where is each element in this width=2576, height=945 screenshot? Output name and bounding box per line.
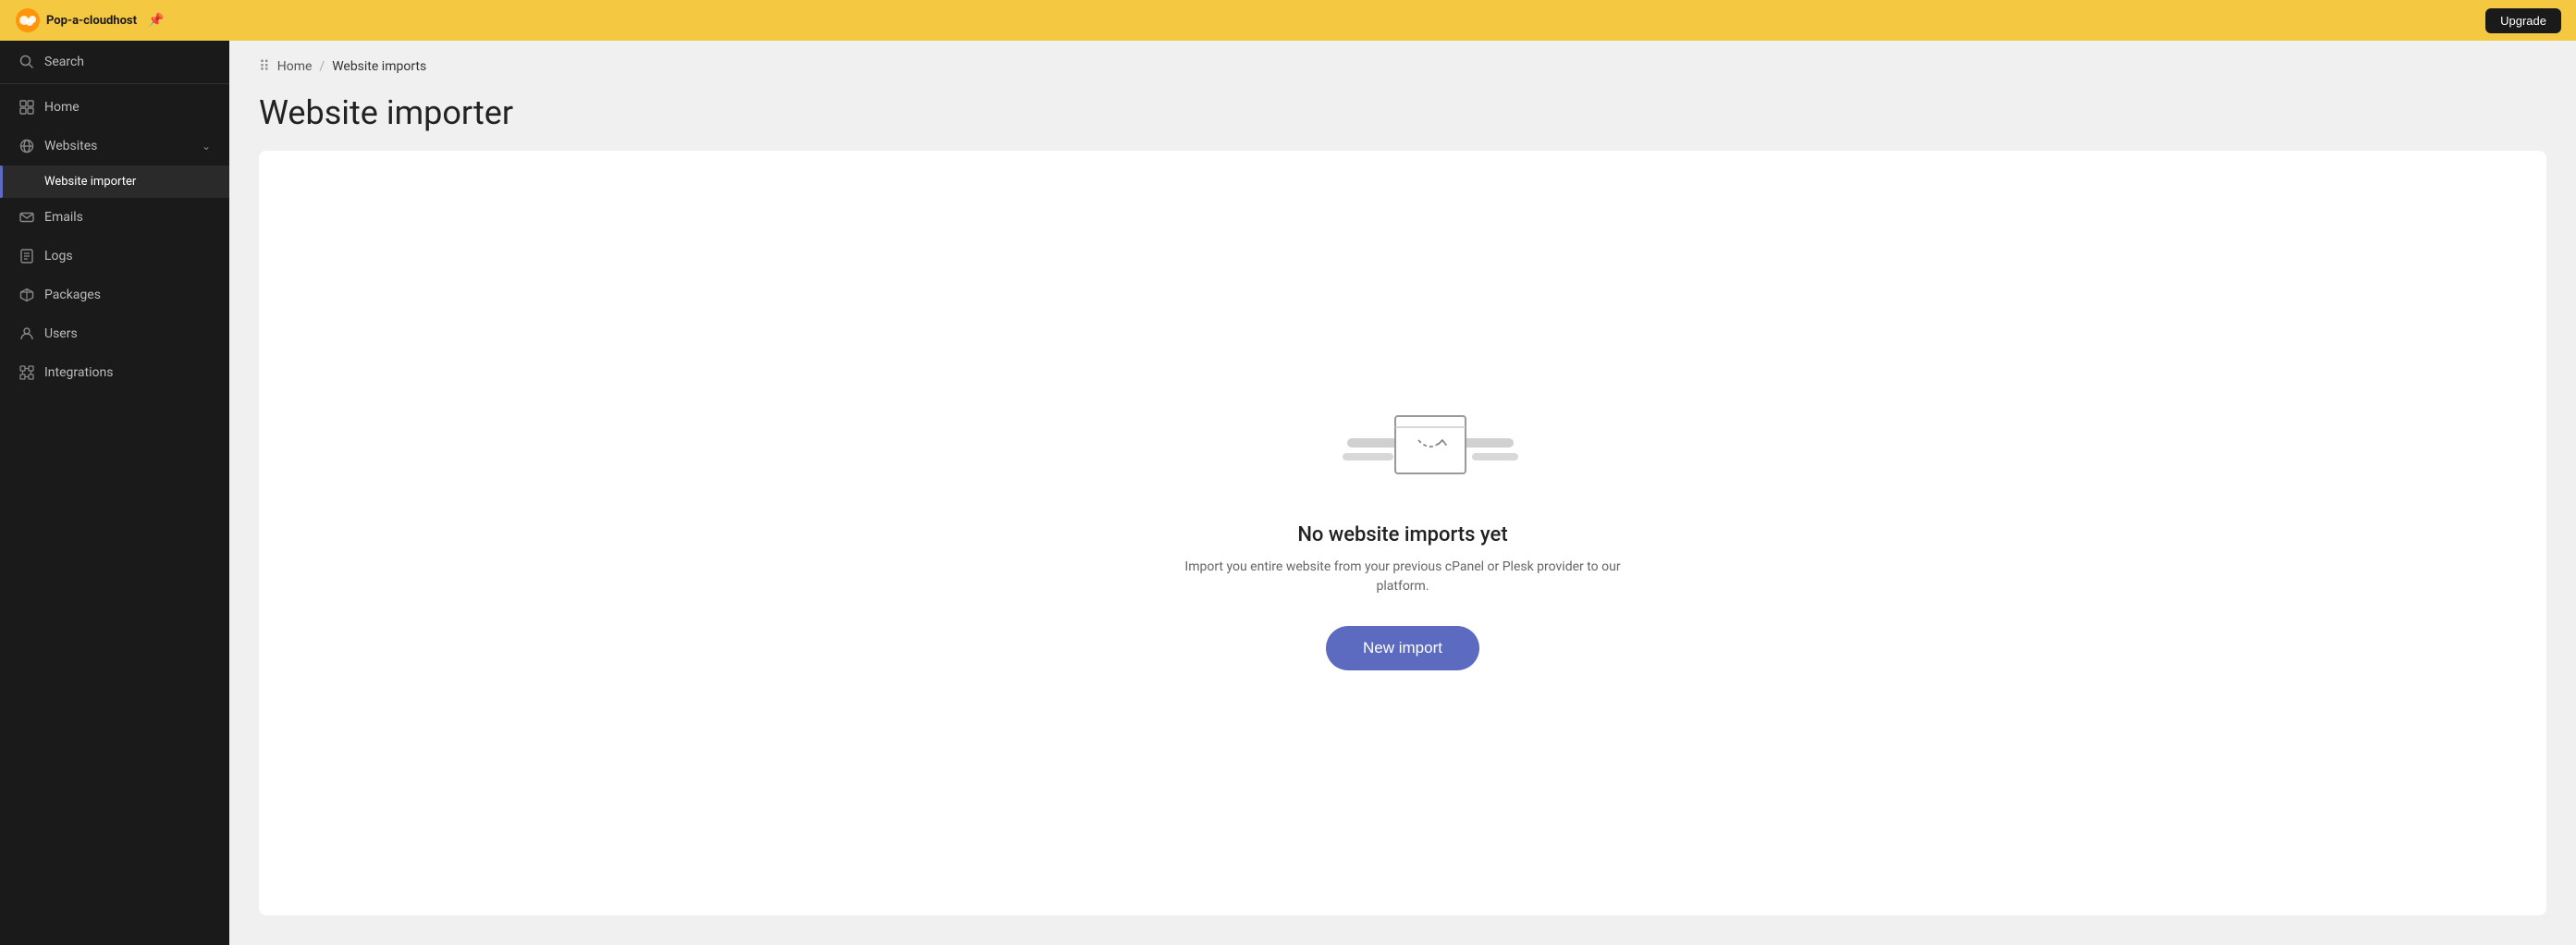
sidebar-home-label: Home (44, 100, 211, 115)
sidebar-item-emails[interactable]: Emails (0, 198, 229, 237)
new-import-button[interactable]: New import (1326, 626, 1479, 670)
logo: Pop-a-cloudhost (15, 7, 137, 33)
breadcrumb-home-link[interactable]: Home (277, 59, 313, 74)
integrations-icon (18, 364, 35, 381)
page-title: Website importer (229, 84, 2576, 151)
topbar-right: Upgrade (2485, 8, 2561, 33)
logs-icon (18, 248, 35, 264)
search-icon (18, 54, 35, 70)
packages-icon (18, 287, 35, 303)
users-icon (18, 325, 35, 342)
email-icon (18, 209, 35, 226)
illustration-svg (1329, 396, 1532, 497)
main-layout: Search Home Web (0, 41, 2576, 945)
breadcrumb: ⠿ Home / Website imports (229, 41, 2576, 84)
sidebar-item-logs[interactable]: Logs (0, 237, 229, 276)
breadcrumb-dots-icon: ⠿ (259, 57, 270, 75)
logo-text: Pop-a-cloudhost (46, 14, 137, 28)
sidebar-item-websites[interactable]: Websites ⌄ (0, 127, 229, 166)
breadcrumb-separator: / (319, 59, 325, 74)
search-label: Search (44, 55, 211, 69)
sidebar-search[interactable]: Search (0, 41, 229, 84)
sidebar-emails-label: Emails (44, 210, 211, 225)
sidebar-users-label: Users (44, 326, 211, 341)
sidebar-logs-label: Logs (44, 249, 211, 264)
breadcrumb-current: Website imports (332, 59, 426, 74)
logo-icon (15, 7, 41, 33)
upgrade-button[interactable]: Upgrade (2485, 8, 2561, 33)
websites-icon (18, 138, 35, 154)
grid-icon (18, 99, 35, 116)
empty-state-card: No website imports yet Import you entire… (259, 151, 2546, 915)
sidebar-websites-label: Websites (44, 139, 192, 153)
content-area: ⠿ Home / Website imports Website importe… (229, 41, 2576, 945)
sidebar-item-packages[interactable]: Packages (0, 276, 229, 314)
sidebar-item-integrations[interactable]: Integrations (0, 353, 229, 392)
sidebar: Search Home Web (0, 41, 229, 945)
topbar: Pop-a-cloudhost 📌 Upgrade (0, 0, 2576, 41)
sidebar-packages-label: Packages (44, 288, 211, 302)
sidebar-item-home[interactable]: Home (0, 88, 229, 127)
pin-icon: 📌 (148, 13, 164, 28)
sidebar-item-users[interactable]: Users (0, 314, 229, 353)
empty-state-title: No website imports yet (1297, 523, 1507, 546)
sidebar-website-importer-label: Website importer (44, 175, 211, 189)
sidebar-item-website-importer[interactable]: Website importer (0, 166, 229, 198)
sidebar-integrations-label: Integrations (44, 365, 211, 380)
chevron-up-icon: ⌄ (202, 140, 211, 153)
empty-state-illustration (1329, 396, 1477, 497)
empty-state-description: Import you entire website from your prev… (1181, 558, 1625, 596)
